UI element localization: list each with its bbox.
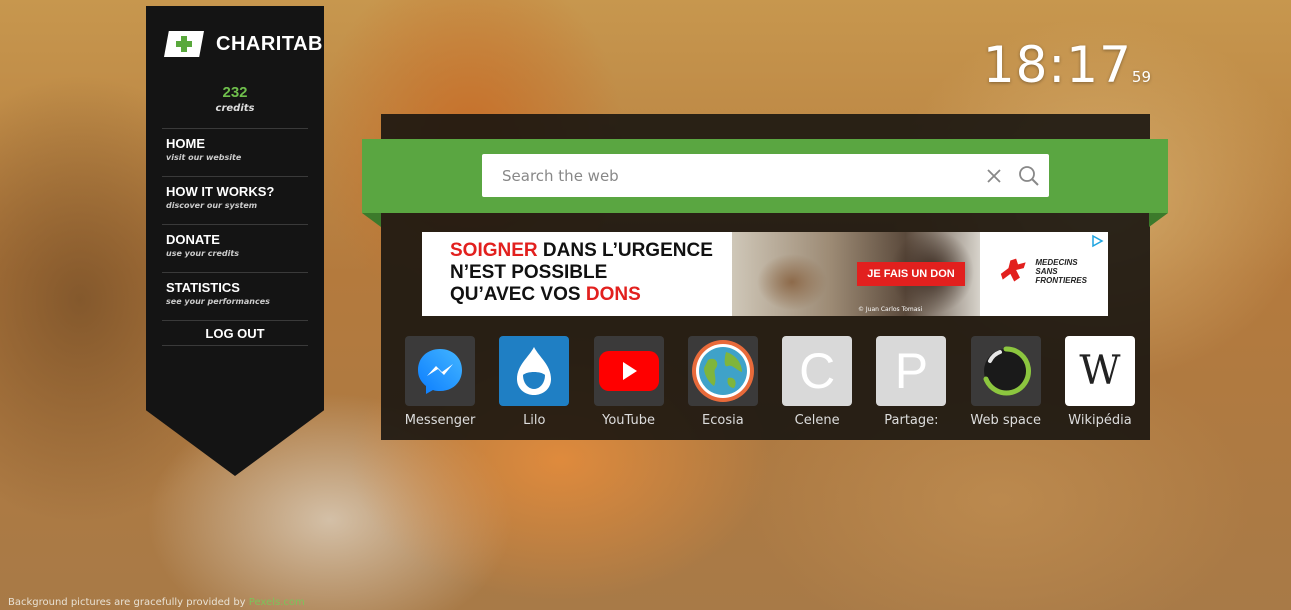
msf-logo-line2: SANS FRONTIERES	[1035, 266, 1087, 285]
brand-name: CHARITAB	[216, 32, 323, 55]
shortcut-label: Messenger	[404, 413, 476, 428]
lilo-icon	[499, 336, 570, 406]
shortcut-grid: Messenger Lilo YouTube Ecosia C Celene P…	[398, 336, 1142, 428]
ad-headline: SOIGNER DANS L’URGENCE N’EST POSSIBLE QU…	[450, 240, 713, 306]
shortcut-web-space[interactable]: Web space	[964, 336, 1048, 428]
shortcut-label: Partage:	[884, 413, 939, 428]
menu-item-title: STATISTICS	[166, 280, 240, 295]
clear-search-button[interactable]	[979, 161, 1009, 191]
ad-line1-red: SOIGNER	[450, 240, 538, 261]
adchoices-icon[interactable]	[1090, 234, 1104, 248]
credits-counter: 232 credits	[146, 84, 324, 114]
ad-photo-credit: © Juan Carlos Tomasi	[858, 306, 923, 313]
shortcut-label: Celene	[794, 413, 840, 428]
logout-button[interactable]: LOG OUT	[162, 320, 308, 346]
shortcut-messenger[interactable]: Messenger	[398, 336, 482, 428]
tile-letter: P	[894, 343, 929, 399]
credits-label: credits	[215, 103, 255, 114]
shortcut-partage[interactable]: P Partage:	[869, 336, 953, 428]
search-button[interactable]	[1009, 161, 1049, 191]
credits-value: 232	[222, 84, 248, 101]
sidebar-menu: HOME visit our website HOW IT WORKS? dis…	[162, 128, 308, 346]
search-input[interactable]	[482, 154, 979, 197]
close-icon	[987, 168, 1001, 183]
webspace-icon	[970, 336, 1041, 406]
menu-item-subtitle: see your performances	[166, 297, 270, 306]
brand[interactable]: CHARITAB	[146, 6, 324, 62]
shortcut-celene[interactable]: C Celene	[775, 336, 859, 428]
clock-time: 18:17	[982, 36, 1132, 94]
menu-item-title: HOME	[166, 136, 205, 151]
ecosia-icon	[687, 336, 758, 406]
shortcut-youtube[interactable]: YouTube	[587, 336, 671, 428]
search-icon	[1019, 165, 1039, 186]
menu-item-statistics[interactable]: STATISTICS see your performances	[162, 272, 308, 320]
clock-seconds: 59	[1131, 68, 1151, 86]
shortcut-label: YouTube	[602, 413, 655, 428]
charitab-logo-icon	[164, 31, 204, 57]
youtube-icon	[593, 336, 664, 406]
pexels-link[interactable]: Pexels.com	[249, 597, 305, 608]
shortcut-label: Wikipédia	[1068, 413, 1132, 428]
menu-item-subtitle: discover our system	[166, 201, 258, 210]
menu-item-home[interactable]: HOME visit our website	[162, 128, 308, 176]
msf-logo-line1: MEDECINS	[1035, 257, 1078, 267]
menu-item-title: HOW IT WORKS?	[166, 184, 275, 199]
menu-item-how-it-works[interactable]: HOW IT WORKS? discover our system	[162, 176, 308, 224]
ad-line2: N’EST POSSIBLE	[450, 262, 608, 283]
ad-banner[interactable]: SOIGNER DANS L’URGENCE N’EST POSSIBLE QU…	[422, 232, 1108, 316]
band-fold-right	[1149, 213, 1168, 227]
msf-logo: MEDECINS SANS FRONTIERES	[997, 256, 1108, 286]
menu-item-subtitle: use your credits	[166, 249, 239, 258]
clock: 18:1759	[983, 36, 1151, 94]
msf-runner-icon	[1000, 258, 1026, 282]
search-box	[482, 154, 1049, 197]
messenger-icon	[405, 336, 475, 406]
ad-donate-button[interactable]: JE FAIS UN DON	[857, 262, 965, 286]
ad-line3: QU’AVEC VOS	[450, 284, 586, 305]
menu-item-subtitle: visit our website	[166, 153, 242, 162]
shortcut-lilo[interactable]: Lilo	[492, 336, 576, 428]
shortcut-label: Ecosia	[702, 413, 744, 428]
letter-c-icon: C	[782, 336, 853, 406]
menu-item-donate[interactable]: DONATE use your credits	[162, 224, 308, 272]
background-credit-text: Background pictures are gracefully provi…	[8, 597, 249, 608]
sidebar: CHARITAB 232 credits HOME visit our webs…	[146, 6, 324, 476]
menu-item-title: DONATE	[166, 232, 220, 247]
tile-letter: C	[799, 343, 836, 399]
shortcut-label: Web space	[970, 413, 1041, 428]
ad-line1: DANS L’URGENCE	[537, 240, 713, 261]
shortcut-label: Lilo	[523, 413, 546, 428]
letter-p-icon: P	[876, 336, 947, 406]
wikipedia-icon: W	[1064, 336, 1135, 406]
background-credit: Background pictures are gracefully provi…	[8, 597, 305, 608]
shortcut-wikipedia[interactable]: W Wikipédia	[1058, 336, 1142, 428]
band-fold-left	[362, 213, 381, 227]
shortcut-ecosia[interactable]: Ecosia	[681, 336, 765, 428]
ad-line3-red: DONS	[585, 284, 641, 305]
